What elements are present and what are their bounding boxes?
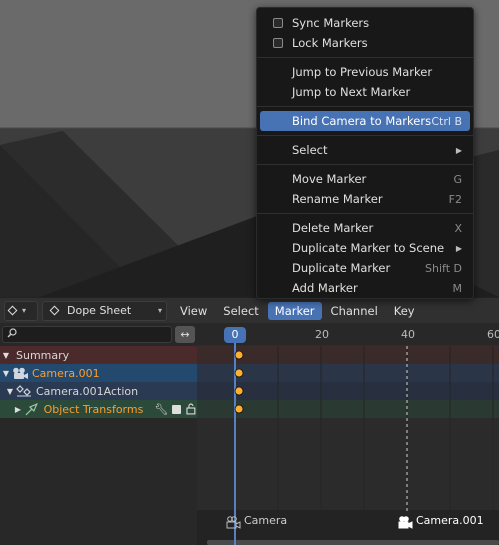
search-row: ↔ (0, 323, 197, 345)
checkbox-icon[interactable] (273, 18, 283, 28)
expand-right-icon[interactable]: ▶ (12, 405, 24, 414)
rename-marker-label: Rename Marker (292, 192, 383, 206)
channel-camera-object[interactable]: ▼ Camera.001 (0, 364, 197, 382)
frame-label: 60 (487, 328, 499, 341)
submenu-arrow-icon: ▶ (455, 145, 462, 155)
submenu-arrow-icon: ▶ (455, 243, 462, 253)
keyframe (234, 350, 244, 360)
sync-markers-label: Sync Markers (292, 16, 370, 30)
select-submenu-item[interactable]: Select ▶ (260, 140, 470, 160)
jump-prev-label: Jump to Previous Marker (292, 65, 433, 79)
transform-icon (25, 402, 38, 415)
checkbox-icon[interactable] (172, 404, 182, 414)
menu-separator (257, 135, 473, 136)
jump-next-label: Jump to Next Marker (292, 85, 411, 99)
chevron-down-icon: ▾ (22, 306, 27, 315)
shortcut-label: M (452, 281, 463, 295)
current-frame-indicator[interactable]: 0 (224, 327, 246, 343)
summary-label: Summary (16, 348, 70, 362)
move-marker-item[interactable]: Move Marker G (260, 169, 470, 189)
menu-separator (257, 57, 473, 58)
sync-markers-item[interactable]: Sync Markers (260, 13, 470, 33)
menu-key[interactable]: Key (387, 302, 422, 320)
keyframe (234, 404, 244, 414)
shortcut-label: G (453, 172, 462, 186)
action-label: Camera.001Action (36, 384, 139, 398)
add-marker-item[interactable]: Add Marker M (260, 278, 470, 298)
channel-summary[interactable]: ▼ Summary (0, 346, 197, 364)
rename-marker-item[interactable]: Rename Marker F2 (260, 189, 470, 209)
delete-marker-item[interactable]: Delete Marker X (260, 218, 470, 238)
shortcut-label: Ctrl B (431, 114, 462, 128)
bind-camera-label: Bind Camera to Markers (292, 114, 432, 128)
marker-label[interactable]: Camera.001 (416, 514, 484, 527)
channel-action[interactable]: ▼ Camera.001Action (0, 382, 197, 400)
duplicate-to-scene-item[interactable]: Duplicate Marker to Scene ▶ (260, 238, 470, 258)
frame-label: 40 (401, 328, 415, 341)
marker-menu: Sync Markers Lock Markers Jump to Previo… (256, 7, 474, 299)
select-label: Select (292, 143, 328, 157)
dope-sheet-mode-icon (49, 305, 60, 316)
expand-down-icon[interactable]: ▼ (0, 351, 12, 360)
channel-search-input[interactable] (2, 325, 172, 343)
menu-separator (257, 213, 473, 214)
move-marker-label: Move Marker (292, 172, 367, 186)
channel-region: ↔ ▼ Summary ▼ Camera.001 ▼ Camera.001Act… (0, 323, 197, 545)
transforms-label: Object Transforms (43, 402, 144, 416)
mode-label: Dope Sheet (67, 304, 132, 317)
search-icon (7, 327, 17, 337)
keyframe (234, 386, 244, 396)
add-marker-label: Add Marker (292, 281, 358, 295)
duplicate-to-scene-label: Duplicate Marker to Scene (292, 241, 445, 255)
lock-markers-item[interactable]: Lock Markers (260, 33, 470, 53)
dope-sheet-header: ▾ Dope Sheet ▾ View Select Marker Channe… (0, 297, 499, 323)
duplicate-marker-label: Duplicate Marker (292, 261, 391, 275)
editor-type-button[interactable]: ▾ (4, 300, 38, 321)
jump-prev-marker-item[interactable]: Jump to Previous Marker (260, 62, 470, 82)
timeline-canvas (197, 323, 499, 545)
dope-sheet-icon (7, 305, 18, 316)
channel-object-transforms[interactable]: ▶ Object Transforms 🔧︎ (0, 400, 197, 418)
keyframe (234, 368, 244, 378)
expand-down-icon[interactable]: ▼ (0, 369, 12, 378)
action-icon (16, 384, 31, 396)
menu-marker[interactable]: Marker (267, 301, 322, 320)
menu-separator (257, 106, 473, 107)
shortcut-label: Shift D (425, 261, 462, 275)
expand-down-icon[interactable]: ▼ (4, 387, 16, 396)
timeline-region[interactable]: 20 40 60 0 Camera Camera.001 (197, 323, 499, 545)
lock-markers-label: Lock Markers (292, 36, 368, 50)
jump-next-marker-item[interactable]: Jump to Next Marker (260, 82, 470, 102)
marker-label[interactable]: Camera (244, 514, 287, 527)
delete-marker-label: Delete Marker (292, 221, 374, 235)
swap-arrows-icon[interactable]: ↔ (175, 325, 195, 343)
camera-icon (13, 367, 28, 379)
lock-icon[interactable] (185, 403, 197, 415)
checkbox-icon[interactable] (273, 38, 283, 48)
camera-label: Camera.001 (32, 366, 100, 380)
menu-view[interactable]: View (173, 302, 214, 320)
menu-channel[interactable]: Channel (324, 302, 385, 320)
wrench-icon[interactable]: 🔧︎ (154, 403, 168, 416)
duplicate-marker-item[interactable]: Duplicate Marker Shift D (260, 258, 470, 278)
mode-dropdown[interactable]: Dope Sheet ▾ (42, 300, 167, 321)
frame-label: 20 (315, 328, 329, 341)
shortcut-label: X (454, 221, 462, 235)
bind-camera-item[interactable]: Bind Camera to Markers Ctrl B (260, 111, 470, 131)
shortcut-label: F2 (448, 192, 462, 206)
chevron-down-icon: ▾ (157, 306, 162, 315)
menu-select[interactable]: Select (216, 302, 265, 320)
menu-separator (257, 164, 473, 165)
